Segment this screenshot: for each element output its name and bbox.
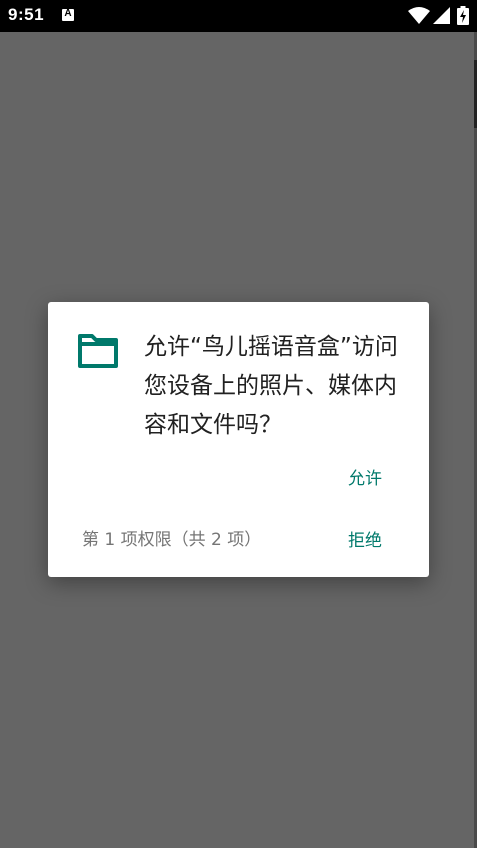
deny-button[interactable]: 拒绝 <box>334 526 396 556</box>
status-bar: 9:51 A <box>0 0 477 32</box>
allow-button[interactable]: 允许 <box>334 464 396 494</box>
permission-dialog: 允许“鸟儿摇语音盒”访问您设备上的照片、媒体内容和文件吗？ 允许 第 1 项权限… <box>48 302 429 577</box>
signal-icon <box>433 7 450 24</box>
battery-icon <box>457 6 469 25</box>
dialog-message: 允许“鸟儿摇语音盒”访问您设备上的照片、媒体内容和文件吗？ <box>144 334 398 438</box>
folder-icon <box>78 334 118 368</box>
status-time: 9:51 <box>8 5 45 24</box>
screen: 9:51 A 允许“鸟儿摇语音盒”访问您设备上的照片、媒体内容和文件吗？ 允许 … <box>0 0 477 848</box>
notification-letter: A <box>64 8 72 19</box>
wifi-icon <box>408 7 430 24</box>
permission-count: 第 1 项权限（共 2 项） <box>82 530 262 550</box>
notification-icon: A <box>62 8 74 21</box>
